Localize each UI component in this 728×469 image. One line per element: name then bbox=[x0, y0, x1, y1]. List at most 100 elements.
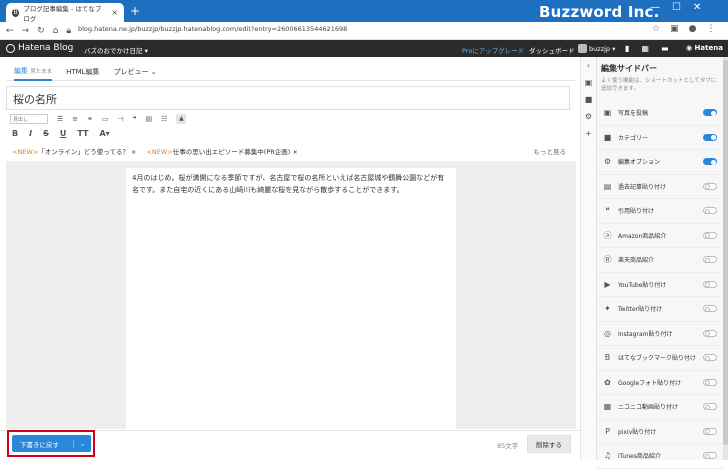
picture-icon[interactable]: ▭ bbox=[102, 115, 109, 123]
itunes-icon: ♫ bbox=[603, 451, 612, 461]
toggle-switch[interactable] bbox=[703, 452, 717, 460]
italic-icon[interactable]: I bbox=[29, 129, 32, 138]
sidebar-item[interactable]: ▤ 過去記事貼り付け bbox=[597, 175, 723, 199]
blog-name-dropdown[interactable]: バズのおでかけ日記 ▾ bbox=[84, 45, 148, 55]
add-tab-icon[interactable]: + bbox=[585, 129, 592, 138]
sidebar-item[interactable]: ✿ Googleフォト貼り付け bbox=[597, 371, 723, 395]
profile-icon[interactable]: ● bbox=[689, 24, 697, 34]
lock-icon[interactable]: 🔒︎ bbox=[66, 26, 71, 36]
toggle-switch[interactable] bbox=[703, 231, 717, 239]
bookmark-star-icon[interactable]: ☆ bbox=[652, 24, 660, 34]
toggle-knob bbox=[704, 355, 710, 361]
sidebar-item[interactable]: ⓐ Amazon商品紹介 bbox=[597, 224, 723, 248]
toggle-switch[interactable] bbox=[703, 182, 717, 190]
notification-icon[interactable]: ▬ bbox=[661, 44, 669, 53]
close-window-icon[interactable]: ✕ bbox=[693, 2, 701, 13]
readmore-icon[interactable]: ⊣ bbox=[118, 115, 124, 123]
toggle-knob bbox=[704, 233, 710, 239]
blockquote-icon[interactable]: ❝ bbox=[133, 115, 137, 123]
strikethrough-icon[interactable]: S bbox=[43, 129, 49, 138]
folder-icon: ■ bbox=[603, 132, 612, 142]
hatena-blog-logo[interactable]: Hatena Blog bbox=[6, 43, 73, 53]
bullet-list-icon[interactable]: ☰ bbox=[57, 115, 63, 123]
toggle-switch[interactable] bbox=[703, 305, 717, 313]
sidebar-item[interactable]: ❝ 引用貼り付け bbox=[597, 199, 723, 224]
table-icon[interactable]: ▤ bbox=[146, 115, 153, 123]
font-size-icon[interactable]: TT bbox=[77, 129, 88, 138]
bookmark-icon[interactable]: ▮ bbox=[625, 44, 629, 53]
toggle-switch[interactable] bbox=[703, 133, 717, 141]
tab-visual-edit[interactable]: 編集 見たまま bbox=[14, 63, 53, 81]
toggle-switch[interactable] bbox=[703, 158, 717, 166]
sidebar-item[interactable]: ⚙ 編集オプション bbox=[597, 150, 723, 175]
hatena-brand-link[interactable]: ◉ Hatena bbox=[686, 44, 723, 52]
editor-tabs: 編集 見たまま HTML編集 プレビュー ⌄ bbox=[6, 63, 576, 81]
tab-preview[interactable]: プレビュー ⌄ bbox=[114, 64, 157, 80]
pro-upgrade-link[interactable]: Proにアップグレード bbox=[462, 45, 524, 55]
sidebar-item[interactable]: B はてなブックマーク貼り付け bbox=[597, 346, 723, 371]
sidebar-item-label: 過去記事貼り付け bbox=[618, 183, 667, 191]
sidebar-item[interactable]: ♫ iTunes商品紹介 bbox=[597, 444, 723, 469]
toggle-switch[interactable] bbox=[703, 378, 717, 386]
sidebar-item[interactable]: Ppixiv貼り付け bbox=[597, 420, 723, 444]
numbered-list-icon[interactable]: ≡ bbox=[72, 115, 78, 123]
extension-icon[interactable]: ▣ bbox=[670, 24, 679, 34]
news-text: 仕事の思い出エピソード募集中(PR企画) × bbox=[172, 148, 298, 156]
sidebar-item[interactable]: ◎ Instagram貼り付け bbox=[597, 322, 723, 346]
toggle-switch[interactable] bbox=[703, 354, 717, 362]
minimize-icon[interactable]: — bbox=[650, 2, 660, 13]
toggle-switch[interactable] bbox=[703, 109, 717, 117]
bold-icon[interactable]: B bbox=[12, 129, 18, 138]
article-body-editor[interactable]: 4月のはじめ。桜が満開になる季節ですが、名古屋で桜の名所といえば名古屋城や鶴舞公… bbox=[126, 168, 456, 430]
toggle-switch[interactable] bbox=[703, 329, 717, 337]
sidebar-item[interactable]: ✦ Twitter貼り付け bbox=[597, 297, 723, 322]
toggle-switch[interactable] bbox=[703, 256, 717, 264]
apps-grid-icon[interactable]: ▦ bbox=[641, 44, 649, 53]
sidebar-item[interactable]: ▣ 写真を投稿 bbox=[597, 101, 723, 126]
dashboard-link[interactable]: ダッシュボード bbox=[529, 45, 575, 55]
collapse-sidebar-icon[interactable]: › bbox=[587, 61, 590, 70]
text-style-toolbar: B I S U TT A▾ bbox=[12, 129, 110, 138]
sidebar-item-label: ニコニコ動画貼り付け bbox=[618, 404, 679, 412]
sidebar-item[interactable]: ▦ ニコニコ動画貼り付け bbox=[597, 395, 723, 420]
text-color-icon[interactable]: A▾ bbox=[99, 129, 109, 138]
gear-tab-icon[interactable]: ⚙ bbox=[585, 112, 592, 121]
scrollbar-thumb[interactable] bbox=[723, 60, 728, 445]
sidebar-item[interactable]: ▶ YouTube貼り付け bbox=[597, 273, 723, 297]
back-icon[interactable]: ← bbox=[6, 26, 14, 36]
menu-dots-icon[interactable]: ⋮ bbox=[706, 24, 715, 34]
reload-icon[interactable]: ↻ bbox=[37, 26, 45, 36]
news-item[interactable]: <NEW>仕事の思い出エピソード募集中(PR企画) × bbox=[146, 146, 297, 156]
toggle-switch[interactable] bbox=[703, 207, 717, 215]
delete-button[interactable]: 削除する bbox=[527, 435, 571, 453]
news-more-link[interactable]: もっと見る bbox=[534, 146, 571, 156]
toggle-switch[interactable] bbox=[703, 403, 717, 411]
toggle-switch[interactable] bbox=[703, 280, 717, 288]
url-text[interactable]: blog.hatena.ne.jp/buzzjp/buzzjp.hatenabl… bbox=[78, 25, 347, 33]
photo-tab-icon[interactable]: ▣ bbox=[585, 78, 593, 87]
article-title-input[interactable]: 桜の名所 bbox=[6, 86, 570, 110]
tab-html-edit[interactable]: HTML編集 bbox=[66, 64, 99, 80]
news-item[interactable]: <NEW>「オンライン」どう使ってる？ × bbox=[12, 146, 136, 156]
sidebar-item-label: Amazon商品紹介 bbox=[618, 232, 667, 240]
browser-tab[interactable]: B ブログ記事編集 - はてなブログ × bbox=[6, 3, 124, 23]
close-tab-icon[interactable]: × bbox=[111, 8, 118, 17]
new-tab-button[interactable]: + bbox=[130, 4, 140, 18]
maximize-icon[interactable]: ☐ bbox=[672, 2, 681, 13]
align-icon[interactable]: ☷ bbox=[161, 115, 167, 123]
new-tag: <NEW> bbox=[146, 148, 173, 156]
folder-tab-icon[interactable]: ■ bbox=[585, 95, 593, 104]
sidebar-item[interactable]: ■ カテゴリー bbox=[597, 126, 723, 150]
home-icon[interactable]: ⌂ bbox=[53, 26, 59, 36]
sidebar-item[interactable]: Ⓡ 楽天商品紹介 bbox=[597, 248, 723, 273]
user-menu[interactable]: buzzjp ▾ bbox=[578, 44, 615, 53]
hatena-logo-icon bbox=[6, 43, 15, 53]
sidebar-list: ▣ 写真を投稿 ■ カテゴリー ⚙ 編集オプション ▤ 過去記事貼り付け ❝ 引用貼り付け ⓐ Ama… bbox=[597, 101, 723, 469]
collapse-toolbar-icon[interactable]: ▲ bbox=[176, 114, 187, 124]
underline-icon[interactable]: U bbox=[60, 129, 67, 138]
sidebar-tab-icons: › ▣ ■ ⚙ + bbox=[580, 57, 596, 460]
link-icon[interactable]: ⚭ bbox=[87, 115, 93, 123]
heading-select[interactable]: 見出し bbox=[10, 114, 48, 124]
forward-icon[interactable]: → bbox=[22, 26, 30, 36]
toggle-switch[interactable] bbox=[703, 427, 717, 435]
